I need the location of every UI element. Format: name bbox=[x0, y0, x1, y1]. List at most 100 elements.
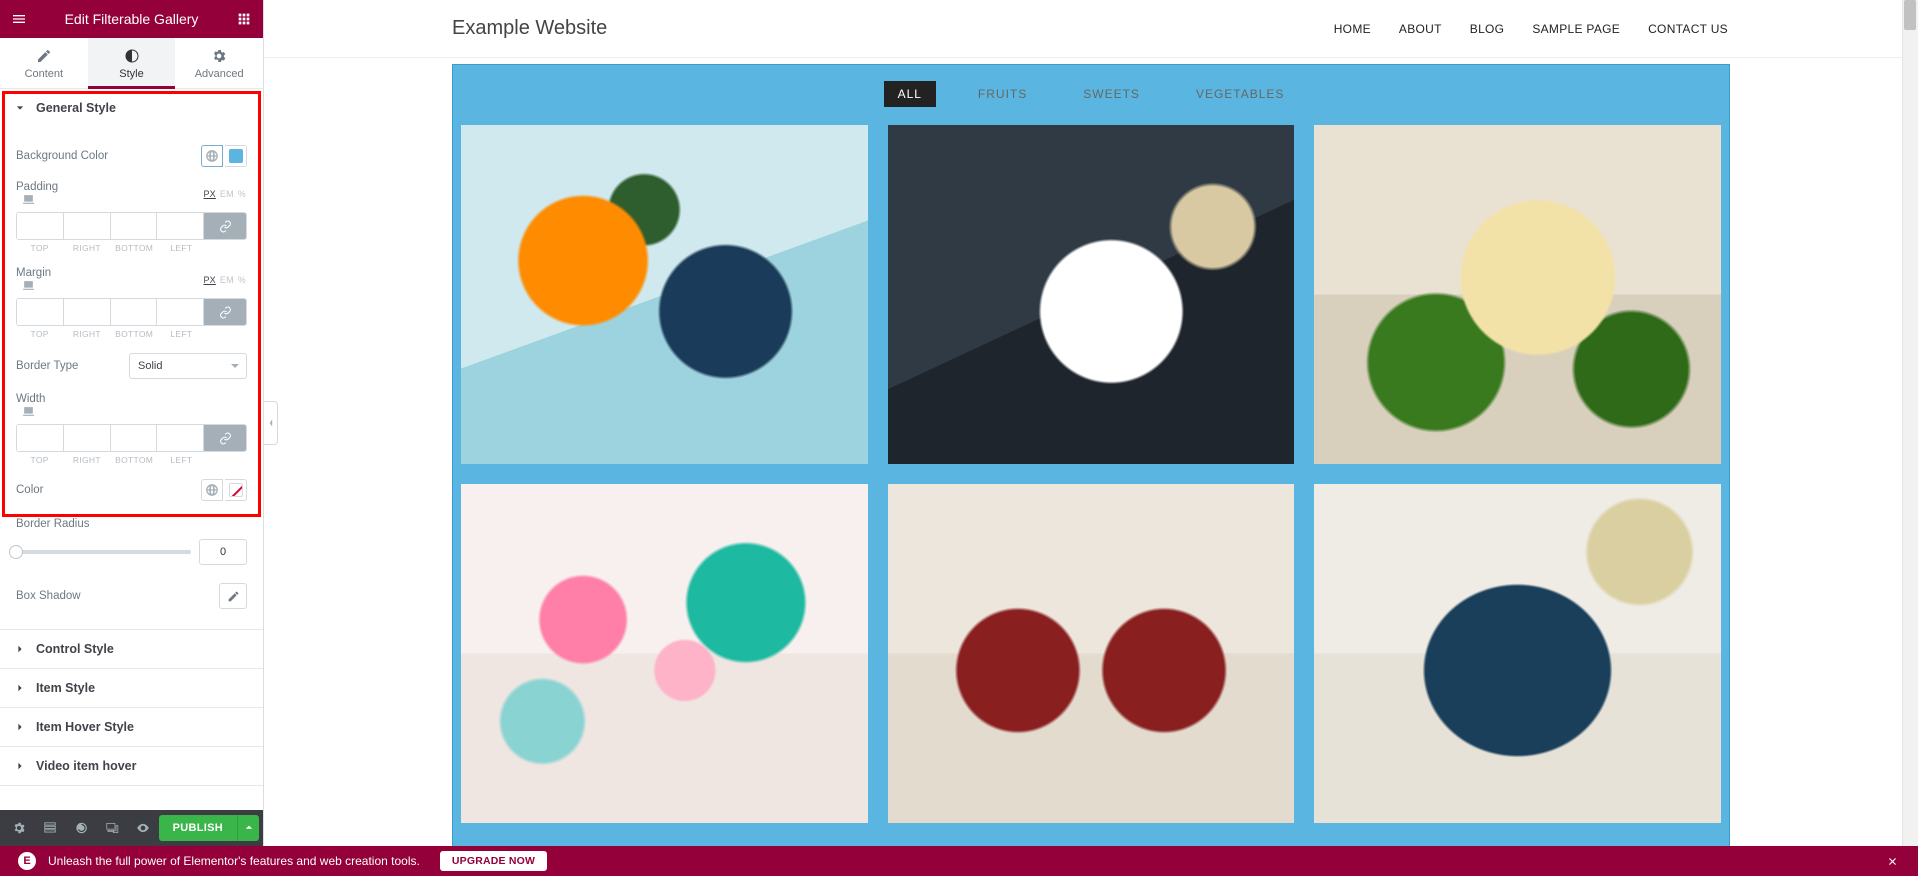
section-item-hover-style[interactable]: Item Hover Style bbox=[0, 708, 263, 746]
padding-units[interactable]: PX EM % bbox=[202, 189, 247, 199]
border-color-label: Color bbox=[16, 484, 43, 496]
promo-close-button[interactable] bbox=[1883, 852, 1902, 871]
tab-style[interactable]: Style bbox=[88, 38, 176, 88]
nav-contact[interactable]: CONTACT US bbox=[1648, 22, 1728, 36]
caret-right-icon bbox=[16, 762, 26, 770]
border-radius-slider[interactable] bbox=[16, 550, 191, 554]
section-control-style[interactable]: Control Style bbox=[0, 630, 263, 668]
padding-label: Padding bbox=[16, 181, 58, 206]
width-link-toggle[interactable] bbox=[204, 425, 246, 451]
nav-blog[interactable]: BLOG bbox=[1470, 22, 1505, 36]
site-nav: HOME ABOUT BLOG SAMPLE PAGE CONTACT US bbox=[1334, 22, 1728, 36]
history-button[interactable] bbox=[66, 814, 97, 842]
filter-sweets[interactable]: SWEETS bbox=[1069, 81, 1154, 107]
gallery-item[interactable] bbox=[888, 125, 1295, 464]
responsive-icon[interactable] bbox=[16, 405, 45, 418]
elementor-logo-icon: E bbox=[18, 852, 36, 870]
nav-about[interactable]: ABOUT bbox=[1399, 22, 1442, 36]
caret-down-icon bbox=[16, 104, 26, 112]
settings-button[interactable] bbox=[4, 814, 35, 842]
menu-button[interactable] bbox=[4, 4, 34, 34]
global-color-icon[interactable] bbox=[201, 145, 223, 167]
caret-right-icon bbox=[16, 645, 26, 653]
padding-link-toggle[interactable] bbox=[204, 213, 246, 239]
padding-right[interactable] bbox=[64, 213, 111, 239]
width-top[interactable] bbox=[17, 425, 64, 451]
gallery-item[interactable] bbox=[461, 484, 868, 823]
navigator-button[interactable] bbox=[35, 814, 66, 842]
scrollbar-thumb[interactable] bbox=[1904, 0, 1916, 30]
widgets-button[interactable] bbox=[229, 4, 259, 34]
margin-left[interactable] bbox=[157, 299, 204, 325]
border-type-label: Border Type bbox=[16, 360, 78, 372]
background-color-picker[interactable] bbox=[201, 145, 247, 167]
responsive-icon[interactable] bbox=[16, 279, 51, 292]
editor-sidebar: Edit Filterable Gallery Content Style Ad… bbox=[0, 0, 264, 846]
box-shadow-edit[interactable] bbox=[219, 583, 247, 609]
site-header: Example Website HOME ABOUT BLOG SAMPLE P… bbox=[264, 0, 1918, 58]
width-left[interactable] bbox=[157, 425, 204, 451]
filter-vegetables[interactable]: VEGETABLES bbox=[1182, 81, 1298, 107]
site-title: Example Website bbox=[452, 17, 607, 40]
color-swatch[interactable] bbox=[225, 145, 247, 167]
gallery-item[interactable] bbox=[888, 484, 1295, 823]
upgrade-promo-bar: E Unleash the full power of Elementor's … bbox=[0, 846, 1918, 876]
gallery-filters: ALL FRUITS SWEETS VEGETABLES bbox=[461, 75, 1721, 125]
padding-inputs[interactable] bbox=[16, 212, 247, 240]
section-item-style[interactable]: Item Style bbox=[0, 669, 263, 707]
tab-content[interactable]: Content bbox=[0, 38, 88, 88]
box-shadow-label: Box Shadow bbox=[16, 590, 81, 602]
responsive-icon[interactable] bbox=[16, 193, 58, 206]
panel-body: General Style Background Color bbox=[0, 89, 263, 810]
border-type-select[interactable]: Solid bbox=[129, 353, 247, 379]
padding-top[interactable] bbox=[17, 213, 64, 239]
filter-fruits[interactable]: FRUITS bbox=[964, 81, 1041, 107]
publish-button[interactable]: PUBLISH bbox=[159, 815, 237, 841]
section-general-style: General Style Background Color bbox=[0, 89, 263, 630]
slider-thumb[interactable] bbox=[9, 545, 23, 559]
section-general-style-header[interactable]: General Style bbox=[0, 89, 263, 127]
publish-options[interactable] bbox=[237, 815, 259, 841]
sidebar-header: Edit Filterable Gallery bbox=[0, 0, 263, 38]
gallery-item[interactable] bbox=[461, 125, 868, 464]
sidebar-footer: PUBLISH bbox=[0, 810, 263, 846]
preview-scrollbar[interactable] bbox=[1902, 0, 1918, 846]
padding-left[interactable] bbox=[157, 213, 204, 239]
margin-right[interactable] bbox=[64, 299, 111, 325]
margin-inputs[interactable] bbox=[16, 298, 247, 326]
nav-home[interactable]: HOME bbox=[1334, 22, 1371, 36]
border-width-inputs[interactable] bbox=[16, 424, 247, 452]
filter-all[interactable]: ALL bbox=[884, 81, 936, 107]
filterable-gallery-widget[interactable]: ALL FRUITS SWEETS VEGETABLES Load More bbox=[452, 64, 1730, 846]
border-radius-label: Border Radius bbox=[16, 518, 90, 530]
gallery-item[interactable] bbox=[1314, 125, 1721, 464]
promo-text: Unleash the full power of Elementor's fe… bbox=[48, 854, 420, 868]
global-color-icon[interactable] bbox=[201, 479, 223, 501]
sidebar-title: Edit Filterable Gallery bbox=[34, 11, 229, 27]
color-swatch-none[interactable] bbox=[225, 479, 247, 501]
upgrade-now-button[interactable]: UPGRADE NOW bbox=[440, 851, 547, 871]
tab-advanced[interactable]: Advanced bbox=[175, 38, 263, 88]
preview-button[interactable] bbox=[128, 814, 159, 842]
border-width-label: Width bbox=[16, 393, 45, 418]
gallery-grid bbox=[461, 125, 1721, 823]
margin-link-toggle[interactable] bbox=[204, 299, 246, 325]
background-color-label: Background Color bbox=[16, 150, 108, 162]
border-color-picker[interactable] bbox=[201, 479, 247, 501]
section-video-item-hover[interactable]: Video item hover bbox=[0, 747, 263, 785]
gallery-item[interactable] bbox=[1314, 484, 1721, 823]
preview-pane: Example Website HOME ABOUT BLOG SAMPLE P… bbox=[264, 0, 1918, 846]
responsive-button[interactable] bbox=[97, 814, 128, 842]
nav-sample-page[interactable]: SAMPLE PAGE bbox=[1532, 22, 1620, 36]
margin-top[interactable] bbox=[17, 299, 64, 325]
width-right[interactable] bbox=[64, 425, 111, 451]
caret-right-icon bbox=[16, 684, 26, 692]
caret-right-icon bbox=[16, 723, 26, 731]
border-radius-value[interactable] bbox=[199, 539, 247, 565]
collapse-sidebar-handle[interactable] bbox=[264, 401, 278, 445]
width-bottom[interactable] bbox=[111, 425, 158, 451]
padding-bottom[interactable] bbox=[111, 213, 158, 239]
panel-tabs: Content Style Advanced bbox=[0, 38, 263, 89]
margin-units[interactable]: PX EM % bbox=[202, 275, 247, 285]
margin-bottom[interactable] bbox=[111, 299, 158, 325]
